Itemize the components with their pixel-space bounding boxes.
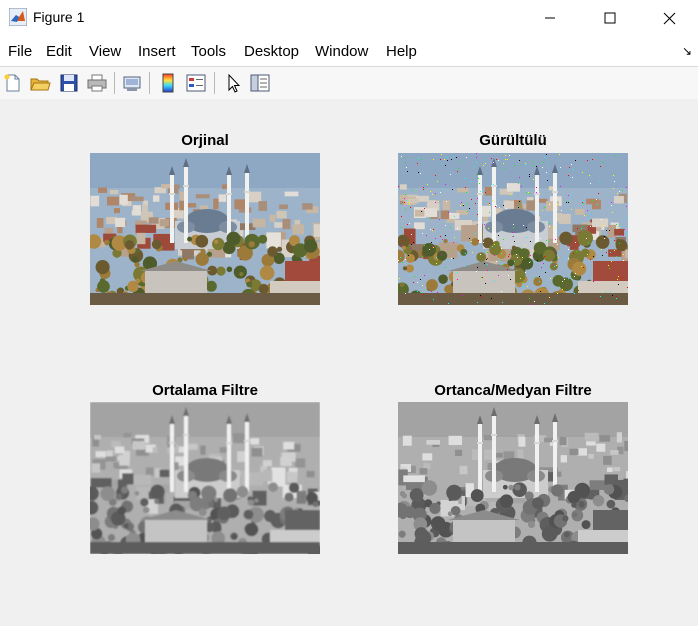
menu-tools[interactable]: Tools bbox=[191, 43, 226, 60]
image-original bbox=[90, 153, 320, 305]
window-title: Figure 1 bbox=[33, 9, 85, 25]
image-noisy bbox=[398, 153, 628, 305]
menu-view[interactable]: View bbox=[89, 43, 121, 60]
close-icon bbox=[663, 12, 675, 24]
minimize-button[interactable] bbox=[527, 0, 573, 36]
colorbar-icon[interactable] bbox=[157, 72, 179, 94]
menu-desktop[interactable]: Desktop bbox=[244, 43, 299, 60]
menu-window[interactable]: Window bbox=[315, 43, 368, 60]
open-file-icon[interactable] bbox=[29, 72, 51, 94]
pointer-icon[interactable] bbox=[222, 72, 244, 94]
image-mean-filter bbox=[90, 402, 320, 554]
toolbar-separator bbox=[214, 72, 215, 94]
subplot-title-median-filter: Ortanca/Medyan Filtre bbox=[434, 382, 592, 399]
image-median-filter bbox=[398, 402, 628, 554]
subplot-title-original: Orjinal bbox=[181, 132, 229, 149]
link-plot-icon[interactable] bbox=[121, 72, 143, 94]
subplot-title-mean-filter: Ortalama Filtre bbox=[152, 382, 258, 399]
menu-bar: File Edit View Insert Tools Desktop Wind… bbox=[0, 36, 698, 66]
menu-help[interactable]: Help bbox=[386, 43, 417, 60]
title-bar: Figure 1 bbox=[0, 0, 698, 36]
minimize-icon bbox=[545, 17, 555, 19]
toolbar-separator bbox=[149, 72, 150, 94]
save-icon[interactable] bbox=[58, 72, 80, 94]
toolbar-separator bbox=[114, 72, 115, 94]
new-figure-icon[interactable] bbox=[2, 72, 24, 94]
menu-insert[interactable]: Insert bbox=[138, 43, 176, 60]
property-editor-icon[interactable] bbox=[249, 72, 271, 94]
maximize-button[interactable] bbox=[587, 0, 633, 36]
close-button[interactable] bbox=[646, 0, 692, 36]
matlab-logo-icon bbox=[9, 8, 27, 26]
subplot-title-noisy: Gürültülü bbox=[479, 132, 547, 149]
menu-edit[interactable]: Edit bbox=[46, 43, 72, 60]
print-icon[interactable] bbox=[86, 72, 108, 94]
legend-icon[interactable] bbox=[185, 72, 207, 94]
dock-arrow-icon[interactable]: ↘ bbox=[682, 44, 692, 58]
menu-file[interactable]: File bbox=[8, 43, 32, 60]
maximize-icon bbox=[604, 12, 616, 24]
figure-toolbar bbox=[0, 66, 698, 100]
